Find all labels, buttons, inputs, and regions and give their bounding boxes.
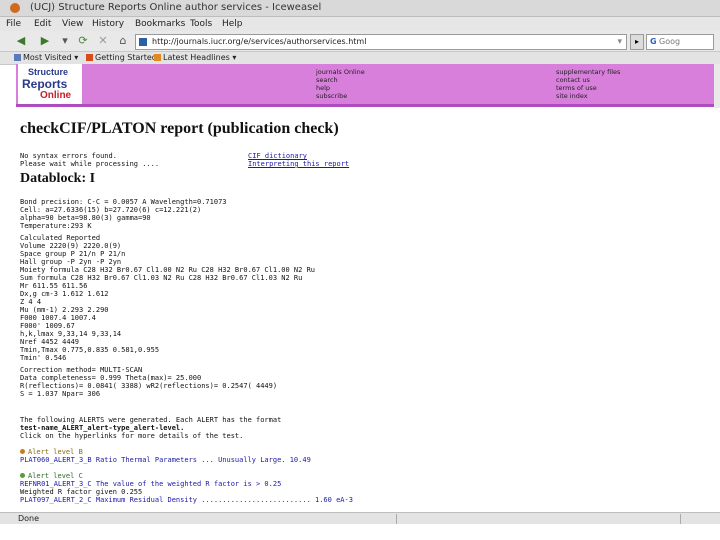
alert-c-line[interactable]: PLAT097_ALERT_2_C Maximum Residual Densi… [20,496,353,504]
interpreting-report-link[interactable]: Interpreting this report [248,160,349,168]
nav-search[interactable]: search [316,76,365,84]
alert-bullet-icon [20,473,25,478]
navigation-toolbar: ◀ ▶ ▾ ⟳ ✕ ⌂ http://journals.iucr.org/e/s… [0,31,720,52]
window-titlebar: (UCJ) Structure Reports Online author se… [0,0,720,17]
bookmark-latest-headlines[interactable]: Latest Headlines ▾ [154,53,236,62]
menu-view[interactable]: View [62,19,83,29]
search-placeholder: Goog [659,37,681,46]
correction-method: Correction method= MULTI-SCAN [20,366,143,374]
data-line: R(reflections)= 0.0841( 3388) wR2(reflec… [20,382,278,390]
folder-icon [14,54,21,61]
alert-level-c-label: Alert level C [28,472,83,480]
bookmark-label: Most Visited ▾ [23,53,79,62]
data-line: Data completeness= 0.999 Theta(max)= 25.… [20,374,202,382]
alerts-intro-line: The following ALERTS were generated. Eac… [20,416,282,424]
dropdown-arrow-icon[interactable]: ▾ [617,35,622,49]
alert-bullet-icon [20,449,25,454]
datablock-heading: Datablock: I [20,171,96,186]
nav-contact-us[interactable]: contact us [556,76,620,84]
cell-line: Bond precision: C-C = 0.0057 A Wavelengt… [20,198,227,206]
reload-icon[interactable]: ⟳ [76,34,90,48]
menu-bookmarks[interactable]: Bookmarks [135,19,185,29]
alert-level-b-label: Alert level B [28,448,83,456]
nav-terms-of-use[interactable]: terms of use [556,84,620,92]
menu-help[interactable]: Help [222,19,243,29]
status-text: Done [18,514,40,523]
search-box[interactable]: G Goog [646,34,714,50]
home-icon[interactable]: ⌂ [116,34,130,48]
alert-level-b-heading: Alert level B [20,448,83,456]
nav-journals-online[interactable]: journals Online [316,68,365,76]
logo-line-structure: Structure [28,67,69,77]
intro-line-1: No syntax errors found. [20,152,117,160]
status-divider [680,514,681,524]
table-row: Mu (mm-1) 2.293 2.290 [20,306,109,314]
banner-divider [16,104,720,107]
table-row: F000' 1009.67 [20,322,75,330]
firefox-icon [86,54,93,61]
data-line: S = 1.037 Npar= 306 [20,390,101,398]
table-row: Z 4 4 [20,298,42,306]
cell-line: Cell: a=27.6336(15) b=27.720(6) c=12.221… [20,206,202,214]
alert-b-line[interactable]: PLAT060_ALERT_3_B Ratio Thermal Paramete… [20,456,311,464]
table-row: Space group P 21/n P 21/n [20,250,126,258]
bookmark-label: Getting Started [95,53,157,62]
menu-history[interactable]: History [92,19,124,29]
nav-help[interactable]: help [316,84,365,92]
table-row: F000 1007.4 1007.4 [20,314,96,322]
window-title: (UCJ) Structure Reports Online author se… [30,2,322,13]
cell-line: Temperature:293 K [20,222,92,230]
desktop-area [0,524,720,540]
intro-line-2: Please wait while processing .... [20,160,160,168]
table-row: Volume 2220(9) 2220.0(9) [20,242,122,250]
table-row: h,k,lmax 9,33,14 9,33,14 [20,330,122,338]
rss-icon [154,54,161,61]
alerts-intro-line: test-name_ALERT_alert-type_alert-level. [20,424,185,432]
google-icon: G [650,37,657,46]
nav-subscribe[interactable]: subscribe [316,92,365,100]
forward-icon[interactable]: ▶ [38,34,52,48]
bookmark-getting-started[interactable]: Getting Started [86,53,157,62]
journal-logo[interactable]: Structure Reports Online [18,64,82,104]
table-row: Tmin' 0.546 [20,354,67,362]
alert-level-c-heading: Alert level C [20,472,83,480]
back-icon[interactable]: ◀ [14,34,28,48]
nav-site-index[interactable]: site index [556,92,620,100]
stop-icon[interactable]: ✕ [96,34,110,48]
table-row: Hall group -P 2yn -P 2yn [20,258,122,266]
table-header: Calculated Reported [20,234,101,242]
browser-app-icon [10,3,20,13]
menu-bar: File Edit View History Bookmarks Tools H… [0,17,720,31]
menu-tools[interactable]: Tools [190,19,212,29]
table-row: Sum formula C28 H32 Br0.67 Cl1.03 N2 Ru … [20,274,303,282]
table-row: Moiety formula C28 H32 Br0.67 Cl1.00 N2 … [20,266,316,274]
banner-nav-right: supplementary files contact us terms of … [556,68,620,100]
menu-file[interactable]: File [6,19,21,29]
site-banner: Structure Reports Online journals Online… [16,64,720,104]
report-title: checkCIF/PLATON report (publication chec… [20,120,339,137]
address-url: http://journals.iucr.org/e/services/auth… [152,37,367,46]
alerts-intro-line: Click on the hyperlinks for more details… [20,432,244,440]
site-favicon-icon [139,38,147,46]
bookmark-label: Latest Headlines ▾ [163,53,237,62]
alert-c-line[interactable]: REFNR01_ALERT_3_C The value of the weigh… [20,480,281,488]
address-bar[interactable]: http://journals.iucr.org/e/services/auth… [135,34,627,50]
cell-line: alpha=90 beta=98.80(3) gamma=90 [20,214,151,222]
table-row: Dx,g cm-3 1.612 1.612 [20,290,109,298]
go-button[interactable]: ▸ [630,34,644,50]
logo-line-reports: Reports [22,77,68,91]
history-dropdown-icon[interactable]: ▾ [58,34,72,48]
status-divider [396,514,397,524]
table-row: Nref 4452 4449 [20,338,80,346]
cif-dictionary-link[interactable]: CIF dictionary [248,152,307,160]
table-row: Mr 611.55 611.56 [20,282,88,290]
report-content: checkCIF/PLATON report (publication chec… [16,108,720,512]
logo-line-online: Online [40,90,72,101]
table-row: Tmin,Tmax 0.775,0.835 0.581,0.955 [20,346,160,354]
nav-supplementary-files[interactable]: supplementary files [556,68,620,76]
menu-edit[interactable]: Edit [34,19,51,29]
banner-nav-left: journals Online search help subscribe [316,68,365,100]
bookmark-most-visited[interactable]: Most Visited ▾ [14,53,78,62]
alert-c-detail: Weighted R factor given 0.255 [20,488,143,496]
